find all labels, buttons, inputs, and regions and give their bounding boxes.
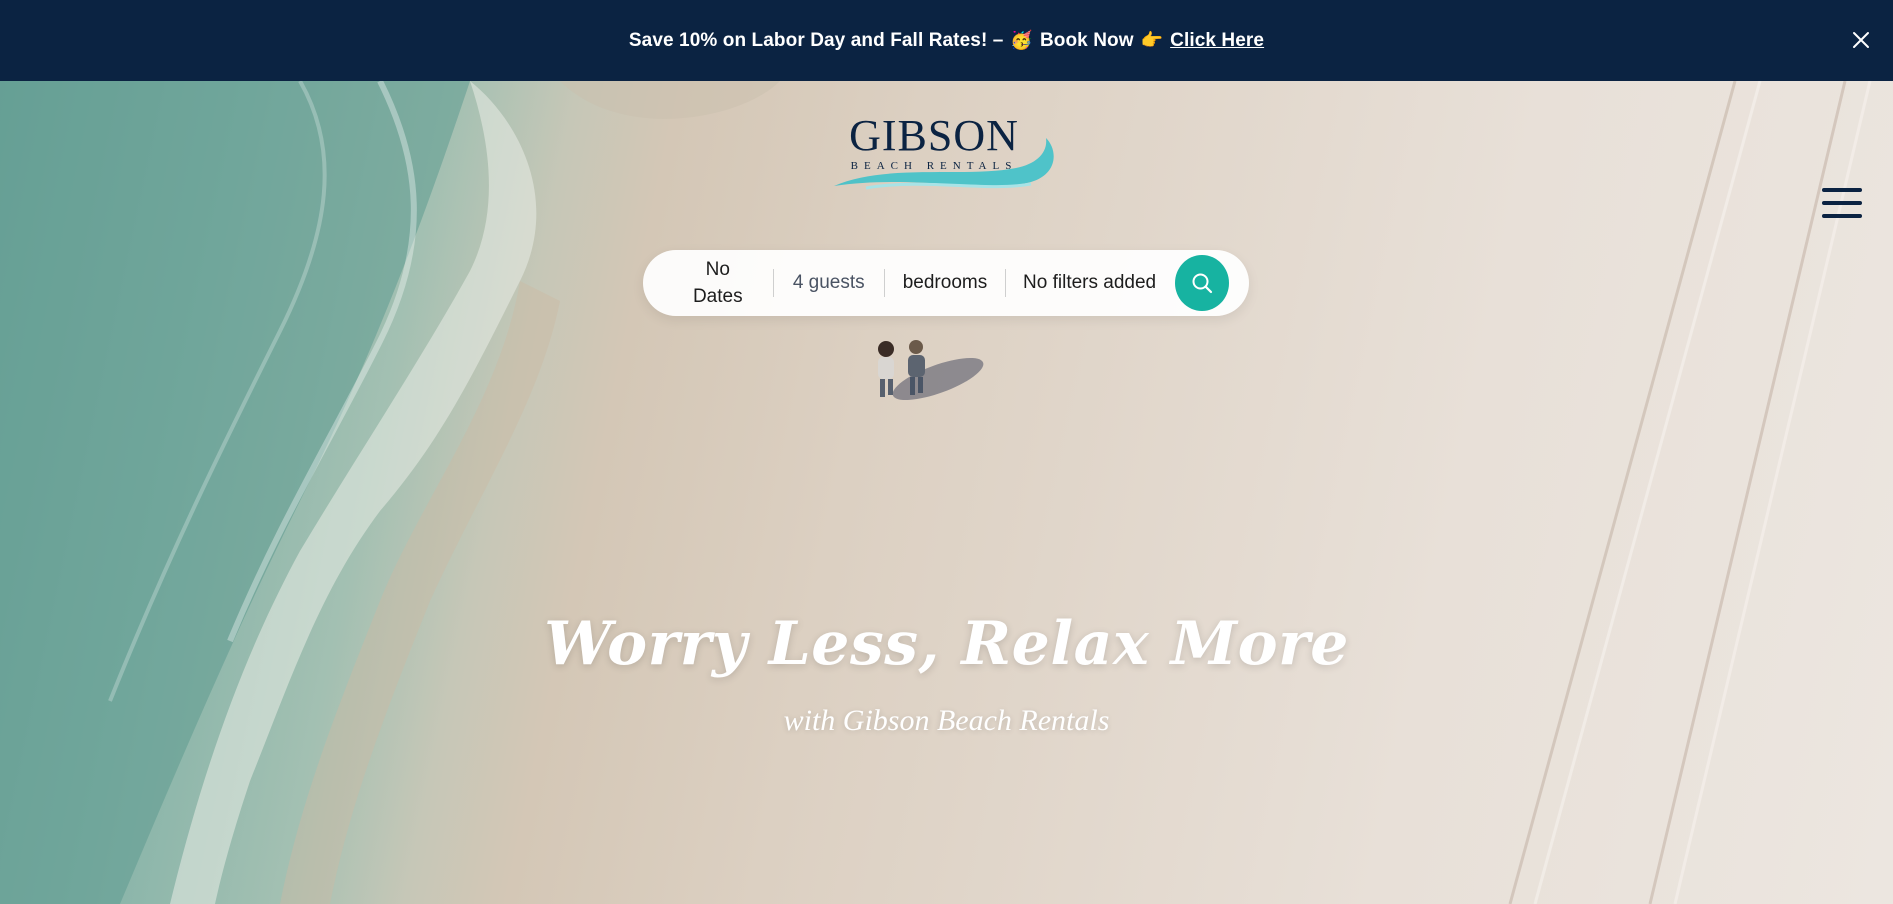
logo-tagline: BEACH RENTALS <box>851 160 1018 172</box>
bedrooms-selector[interactable]: bedrooms <box>885 250 1005 316</box>
guests-value: 4 guests <box>792 272 865 293</box>
hamburger-line <box>1822 201 1862 205</box>
dates-line-1: No <box>705 259 730 280</box>
hero-headline: Worry Less, Relax More <box>544 609 1349 679</box>
pointing-hand-emoji-icon: 👉 <box>1140 30 1164 51</box>
promo-message: Save 10% on Labor Day and Fall Rates! – … <box>629 30 1264 52</box>
promo-book-now: Book Now <box>1039 29 1134 51</box>
hero-subline: with Gibson Beach Rentals <box>783 704 1110 737</box>
search-bar: No Dates 4 guests bedrooms No filters ad… <box>643 250 1249 316</box>
filters-selector[interactable]: No filters added <box>1006 250 1173 316</box>
party-emoji-icon: 🥳 <box>1010 30 1033 51</box>
close-icon <box>1853 32 1869 48</box>
promo-banner: Save 10% on Labor Day and Fall Rates! – … <box>0 0 1893 81</box>
hero-section: GIBSON BEACH RENTALS No Dates 4 guests b… <box>0 81 1893 904</box>
search-icon <box>1192 273 1213 294</box>
gibson-logo[interactable]: GIBSON BEACH RENTALS <box>826 108 1066 198</box>
guests-selector[interactable]: 4 guests <box>773 250 884 316</box>
beach-background-image <box>0 81 1872 904</box>
couple-figure <box>878 340 984 401</box>
dates-selector[interactable]: No Dates <box>663 250 773 316</box>
promo-click-here-link[interactable]: Click Here <box>1170 30 1264 52</box>
bedrooms-value: bedrooms <box>902 272 988 293</box>
filters-value: No filters added <box>1023 272 1157 293</box>
hamburger-line <box>1822 214 1862 218</box>
logo-wordmark: GIBSON <box>849 111 1019 160</box>
close-banner-button[interactable] <box>1847 26 1875 54</box>
promo-text: Save 10% on Labor Day and Fall Rates! – <box>628 29 1004 51</box>
search-button[interactable] <box>1175 255 1229 311</box>
hamburger-menu-button[interactable] <box>1820 185 1864 221</box>
dates-line-2: Dates <box>692 286 743 307</box>
hamburger-menu-icon <box>1822 188 1862 192</box>
